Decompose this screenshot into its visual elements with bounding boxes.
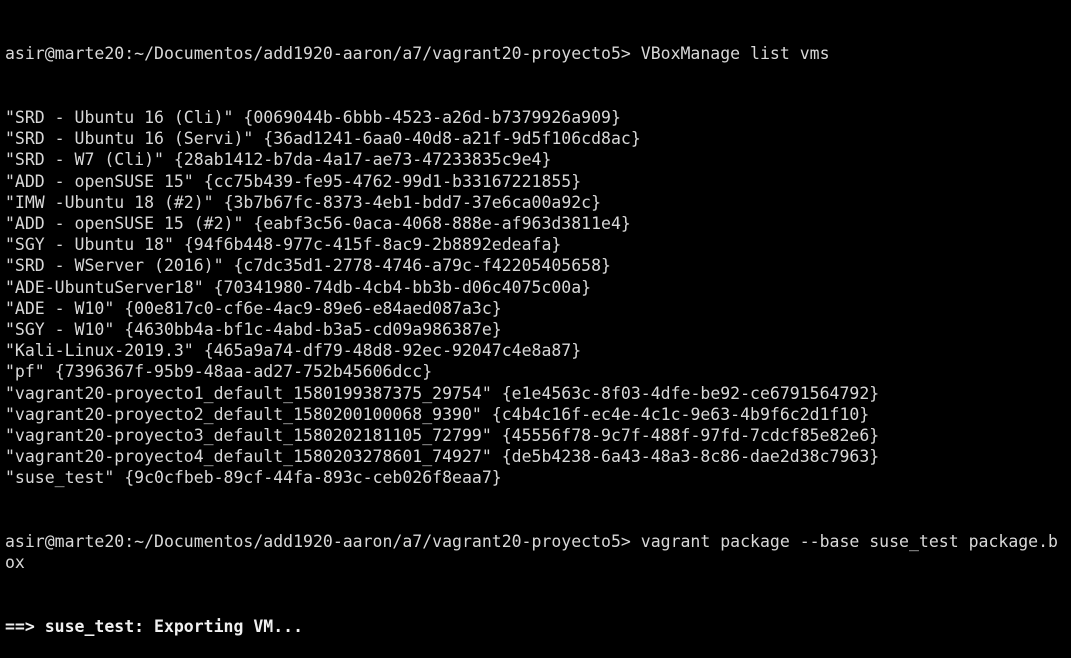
prompt: asir@marte20:~/Documentos/add1920-aaron/… (5, 44, 641, 64)
vm-name: "SRD - Ubuntu 16 (Cli)" (5, 108, 234, 128)
vm-name: "vagrant20-proyecto2_default_15802001000… (5, 404, 482, 424)
vm-uuid: {c4b4c16f-ec4e-4c1c-9e63-4b9f6c2d1f10} (491, 404, 870, 424)
vm-name: "SRD - Ubuntu 16 (Servi)" (5, 129, 254, 149)
vm-list-item: "ADE - W10" {00e817c0-cf6e-4ac9-89e6-e84… (5, 298, 1058, 319)
vm-uuid: {36ad1241-6aa0-40d8-a21f-9d5f106cd8ac} (263, 129, 641, 149)
vm-name: "SGY - W10" (5, 320, 115, 340)
vm-name: "suse_test" (5, 468, 115, 488)
vm-uuid: {eabf3c56-0aca-4068-888e-af963d3811e4} (253, 214, 631, 234)
vm-list-item: "Kali-Linux-2019.3" {465a9a74-df79-48d8-… (5, 340, 1058, 361)
vm-uuid: {9c0cfbeb-89cf-44fa-893c-ceb026f8eaa7} (124, 468, 502, 488)
prompt-line-2: asir@marte20:~/Documentos/add1920-aaron/… (5, 531, 1058, 573)
vm-uuid: {4630bb4a-bf1c-4abd-b3a5-cd09a986387e} (124, 320, 502, 340)
vm-uuid: {0069044b-6bbb-4523-a26d-b7379926a909} (243, 108, 621, 128)
vm-list-item: "ADD - openSUSE 15 (#2)" {eabf3c56-0aca-… (5, 213, 1058, 234)
vm-name: "SRD - W7 (Cli)" (5, 150, 164, 170)
vm-list-item: "SRD - WServer (2016)" {c7dc35d1-2778-47… (5, 255, 1058, 276)
vm-list-item: "SGY - Ubuntu 18" {94f6b448-977c-415f-8a… (5, 234, 1058, 255)
vm-uuid: {45556f78-9c7f-488f-97fd-7cdcf85e82e6} (501, 426, 880, 446)
vm-uuid: {94f6b448-977c-415f-8ac9-2b8892edeafa} (183, 235, 562, 255)
output-line: ==> suse_test: Exporting VM... (5, 616, 304, 636)
vm-list-item: "SRD - W7 (Cli)" {28ab1412-b7da-4a17-ae7… (5, 149, 1058, 170)
vm-name: "IMW -Ubuntu 18 (#2)" (5, 192, 214, 212)
command: VBoxManage list vms (640, 44, 830, 64)
vm-list-item: "ADE-UbuntuServer18" {70341980-74db-4cb4… (5, 277, 1058, 298)
vm-uuid: {de5b4238-6a43-48a3-8c86-dae2d38c7963} (501, 447, 880, 467)
vm-list-item: "vagrant20-proyecto3_default_15802021811… (5, 425, 1058, 446)
vm-list-item: "ADD - openSUSE 15" {cc75b439-fe95-4762-… (5, 171, 1058, 192)
vm-name: "vagrant20-proyecto3_default_15802021811… (5, 426, 492, 446)
vm-list-item: "SRD - Ubuntu 16 (Cli)" {0069044b-6bbb-4… (5, 107, 1058, 128)
vm-list-item: "vagrant20-proyecto4_default_15802032786… (5, 446, 1058, 467)
prompt: asir@marte20:~/Documentos/add1920-aaron/… (5, 532, 641, 552)
vm-list-item: "vagrant20-proyecto2_default_15802001000… (5, 404, 1058, 425)
vm-name: "Kali-Linux-2019.3" (5, 341, 194, 361)
vm-name: "ADE-UbuntuServer18" (5, 277, 204, 297)
vm-uuid: {7396367f-95b9-48aa-ad27-752b45606dcc} (54, 362, 433, 382)
vm-list-item: "suse_test" {9c0cfbeb-89cf-44fa-893c-ceb… (5, 467, 1058, 488)
vm-name: "SRD - WServer (2016)" (5, 256, 224, 276)
vm-name: "pf" (5, 362, 45, 382)
vm-name: "vagrant20-proyecto4_default_15802032786… (5, 447, 492, 467)
vm-list-item: "vagrant20-proyecto1_default_15801993873… (5, 383, 1058, 404)
vm-list-item: "pf" {7396367f-95b9-48aa-ad27-752b45606d… (5, 361, 1058, 382)
vm-list: "SRD - Ubuntu 16 (Cli)" {0069044b-6bbb-4… (5, 107, 1058, 489)
vm-list-item: "SRD - Ubuntu 16 (Servi)" {36ad1241-6aa0… (5, 128, 1058, 149)
vm-name: "vagrant20-proyecto1_default_15801993873… (5, 383, 492, 403)
vm-uuid: {3b7b67fc-8373-4eb1-bdd7-37e6ca00a92c} (223, 192, 602, 212)
vm-list-item: "IMW -Ubuntu 18 (#2)" {3b7b67fc-8373-4eb… (5, 192, 1058, 213)
vm-uuid: {c7dc35d1-2778-4746-a79c-f42205405658} (233, 256, 611, 276)
vm-uuid: {cc75b439-fe95-4762-99d1-b33167221855} (203, 171, 582, 191)
prompt-line-1: asir@marte20:~/Documentos/add1920-aaron/… (5, 43, 1058, 64)
vm-uuid: {e1e4563c-8f03-4dfe-be92-ce6791564792} (501, 383, 880, 403)
vm-list-item: "SGY - W10" {4630bb4a-bf1c-4abd-b3a5-cd0… (5, 319, 1058, 340)
terminal-output[interactable]: asir@marte20:~/Documentos/add1920-aaron/… (5, 1, 1058, 658)
vm-name: "ADD - openSUSE 15" (5, 171, 194, 191)
vm-name: "ADE - W10" (5, 298, 115, 318)
vm-uuid: {70341980-74db-4cb4-bb3b-d06c4075c00a} (213, 277, 592, 297)
vm-uuid: {00e817c0-cf6e-4ac9-89e6-e84aed087a3c} (124, 298, 502, 318)
vm-uuid: {465a9a74-df79-48d8-92ec-92047c4e8a87} (203, 341, 582, 361)
vm-uuid: {28ab1412-b7da-4a17-ae73-47233835c9e4} (173, 150, 552, 170)
vm-name: "SGY - Ubuntu 18" (5, 235, 174, 255)
vm-name: "ADD - openSUSE 15 (#2)" (5, 214, 244, 234)
